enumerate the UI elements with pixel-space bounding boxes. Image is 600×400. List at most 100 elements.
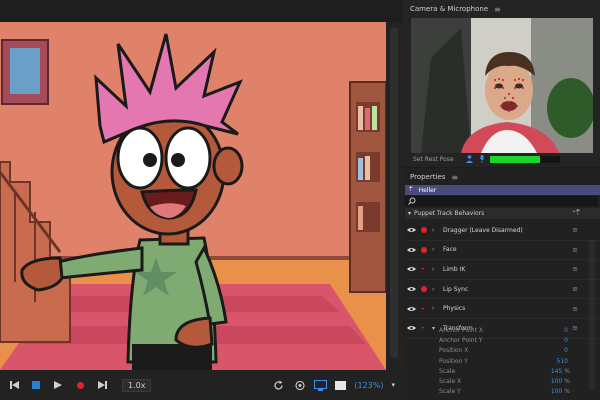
scene-view[interactable] (0, 22, 386, 370)
param-number[interactable]: 0 (564, 327, 568, 334)
refresh-icon[interactable] (272, 379, 285, 392)
search-icon (408, 197, 416, 205)
behavior-menu-icon[interactable]: ≡ (572, 285, 578, 293)
set-rest-pose-button[interactable]: Set Rest Pose (413, 156, 454, 163)
playback-rate-field[interactable]: 1.0x (122, 378, 152, 392)
camera-status-bar: Set Rest Pose (411, 153, 593, 165)
eye-icon[interactable] (407, 247, 417, 253)
param-value[interactable]: 100% (551, 378, 570, 385)
chevron-right-icon[interactable]: › (432, 227, 438, 234)
behavior-name: Limb IK (443, 265, 466, 273)
param-number[interactable]: 100 (551, 378, 562, 385)
eye-icon[interactable] (407, 227, 417, 233)
panel-header: Camera & Microphone ≡ (403, 0, 600, 18)
transport-right-group: (123%) ▾ (272, 379, 403, 392)
camera-icon[interactable] (293, 379, 306, 392)
eye-icon[interactable] (407, 306, 417, 312)
behavior-row[interactable]: › Physics ≡ (405, 299, 600, 319)
panel-title: Properties (410, 173, 446, 181)
arm-record-icon[interactable] (421, 306, 427, 312)
play-button[interactable] (50, 377, 66, 393)
audio-level-fill (489, 155, 541, 163)
behavior-menu-icon[interactable]: ≡ (572, 305, 578, 313)
record-button[interactable] (72, 377, 88, 393)
transport-bar: 1.0x (123%) ▾ (0, 370, 403, 400)
chevron-right-icon[interactable]: › (432, 286, 438, 293)
param-label: Scale Y (439, 388, 461, 396)
chevron-right-icon[interactable]: › (432, 305, 438, 312)
behavior-menu-icon[interactable]: ≡ (572, 246, 578, 254)
stop-button[interactable] (28, 377, 44, 393)
chevron-down-icon[interactable]: ▾ (391, 381, 395, 389)
param-row: Anchor Point X 0 (405, 325, 600, 335)
panel-menu-icon[interactable]: ≡ (451, 173, 458, 182)
behavior-row[interactable]: › Dragger (Leave Disarmed) ≡ (405, 221, 600, 241)
puppet-selection-bar[interactable]: ⍑ Heller (405, 185, 600, 195)
arm-record-icon[interactable] (421, 266, 427, 272)
background-color-swatch[interactable] (335, 380, 347, 390)
param-value[interactable]: 0 (564, 347, 570, 354)
param-row: Anchor Point Y 0 (405, 335, 600, 345)
param-number[interactable]: 0 (564, 347, 568, 354)
go-to-start-icon[interactable] (6, 377, 22, 393)
zoom-level[interactable]: (123%) (354, 381, 383, 390)
chevron-right-icon[interactable]: › (432, 246, 438, 253)
param-value[interactable]: 100% (551, 388, 570, 395)
param-label: Scale (439, 367, 456, 375)
chevron-right-icon[interactable]: › (432, 266, 438, 273)
properties-search-input[interactable] (405, 196, 598, 206)
arm-record-icon[interactable] (421, 227, 427, 234)
scroll-thumb[interactable] (390, 28, 398, 358)
stop-icon (32, 381, 40, 389)
scene-scrollbar[interactable] (386, 22, 403, 370)
param-row: Position X 0 (405, 346, 600, 356)
param-value[interactable]: 0 (564, 337, 570, 344)
play-icon (54, 381, 62, 389)
microphone-icon[interactable] (478, 155, 486, 163)
param-value[interactable]: 0 (564, 327, 570, 334)
param-unit: % (564, 367, 570, 375)
behavior-row[interactable]: › Limb IK ≡ (405, 260, 600, 280)
arm-record-icon[interactable] (421, 286, 427, 293)
add-behavior-icon[interactable]: ⁺⍑ (572, 209, 580, 218)
behaviors-section-header[interactable]: ▾ Puppet Track Behaviors ⁺⍑ (405, 208, 600, 219)
person-icon[interactable] (466, 155, 474, 163)
panel-menu-icon[interactable]: ≡ (494, 5, 501, 14)
param-number[interactable]: 100 (551, 388, 562, 395)
param-label: Position Y (439, 357, 468, 365)
puppet-icon: ⍑ (409, 186, 413, 193)
go-to-end-icon[interactable] (94, 377, 110, 393)
behavior-menu-icon[interactable]: ≡ (572, 265, 578, 273)
display-icon[interactable] (314, 379, 328, 392)
param-value[interactable]: 510 (557, 358, 570, 365)
camera-microphone-panel: Camera & Microphone ≡ Set Rest Pose (403, 0, 600, 167)
behavior-row[interactable]: › Face ≡ (405, 241, 600, 261)
behavior-name: Physics (443, 305, 466, 313)
behaviors-list: › Dragger (Leave Disarmed) ≡ › Face ≡ › Limb IK… (405, 221, 600, 339)
properties-panel: Properties ≡ ⍑ Heller ▾ Puppet Track Beh… (403, 168, 600, 400)
param-label: Anchor Point X (439, 326, 483, 334)
behavior-menu-icon[interactable]: ≡ (572, 226, 578, 234)
properties-scrollbar[interactable] (589, 240, 595, 390)
behavior-row[interactable]: › Lip Sync ≡ (405, 280, 600, 300)
param-row: Scale 145% (405, 366, 600, 376)
param-row: Position Y 510 (405, 356, 600, 366)
param-label: Anchor Point Y (439, 336, 483, 344)
panel-title: Camera & Microphone (410, 5, 489, 13)
behavior-name: Face (443, 246, 457, 254)
param-value[interactable]: 145% (551, 368, 570, 375)
arm-record-icon[interactable] (421, 246, 427, 253)
behaviors-title: Puppet Track Behaviors (414, 210, 485, 217)
scene-panel: 1.0x (123%) ▾ (0, 0, 403, 400)
param-number[interactable]: 510 (557, 358, 568, 365)
param-number[interactable]: 145 (551, 368, 562, 375)
record-icon (76, 381, 84, 389)
eye-icon[interactable] (407, 286, 417, 292)
behavior-name: Lip Sync (443, 285, 469, 293)
eye-icon[interactable] (407, 266, 417, 272)
param-number[interactable]: 0 (564, 337, 568, 344)
param-unit: % (564, 378, 570, 386)
audio-level-meter (489, 155, 560, 163)
param-unit: % (564, 388, 570, 396)
chevron-down-icon[interactable]: ▾ (408, 210, 411, 217)
